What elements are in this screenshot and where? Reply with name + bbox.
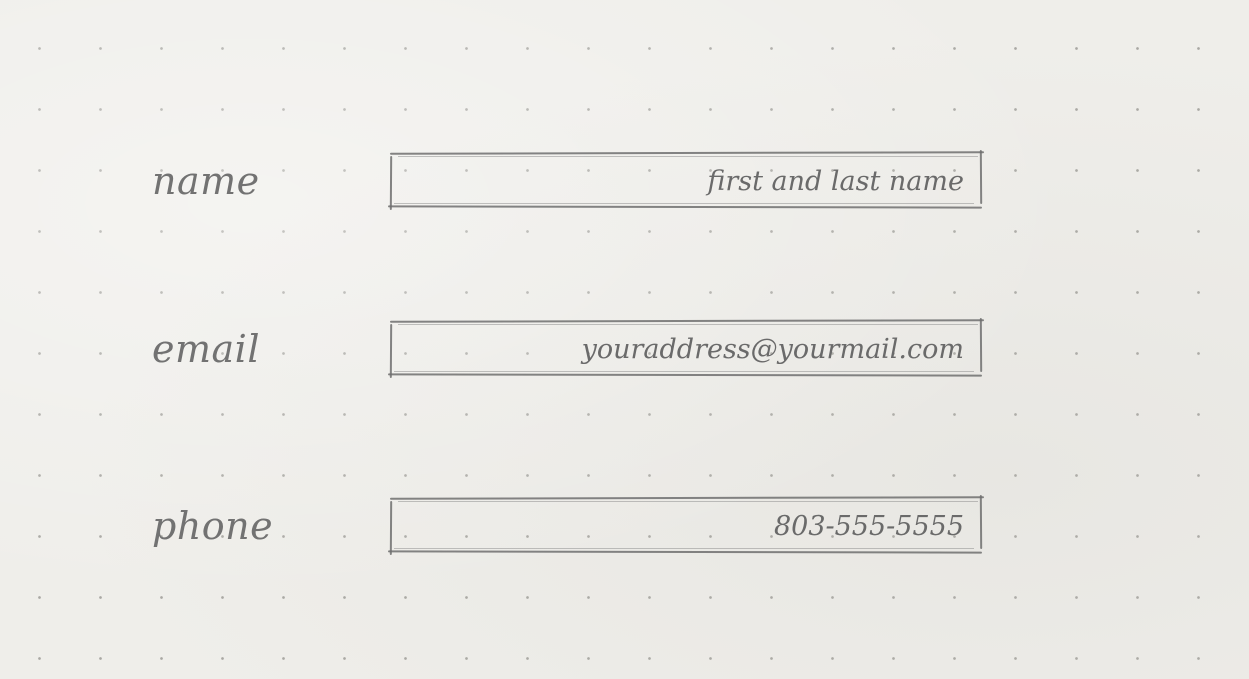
phone-field-box[interactable] xyxy=(387,494,985,556)
box-border-right xyxy=(979,317,983,373)
email-input[interactable] xyxy=(402,326,964,372)
box-border-bottom xyxy=(387,373,983,377)
box-border-right xyxy=(979,494,983,550)
name-input[interactable] xyxy=(402,158,964,204)
box-border-top xyxy=(389,151,985,155)
email-label: email xyxy=(152,327,260,371)
name-field-box[interactable] xyxy=(387,149,985,211)
email-row: email xyxy=(0,317,1249,380)
box-border-left xyxy=(389,323,393,379)
box-border-bottom xyxy=(387,205,983,209)
box-border-bottom xyxy=(387,550,983,554)
box-border-right xyxy=(979,149,983,205)
box-border-top xyxy=(389,319,985,323)
box-border-top-inner xyxy=(398,324,978,325)
box-border-top xyxy=(389,496,985,500)
email-field-box[interactable] xyxy=(387,317,985,379)
phone-input[interactable] xyxy=(402,503,964,549)
box-border-top-inner xyxy=(398,156,978,157)
box-border-left xyxy=(389,155,393,211)
phone-row: phone xyxy=(0,494,1249,557)
name-label: name xyxy=(152,159,260,203)
box-border-top-inner xyxy=(398,501,978,502)
box-border-left xyxy=(389,500,393,556)
phone-label: phone xyxy=(152,504,274,548)
name-row: name xyxy=(0,149,1249,212)
